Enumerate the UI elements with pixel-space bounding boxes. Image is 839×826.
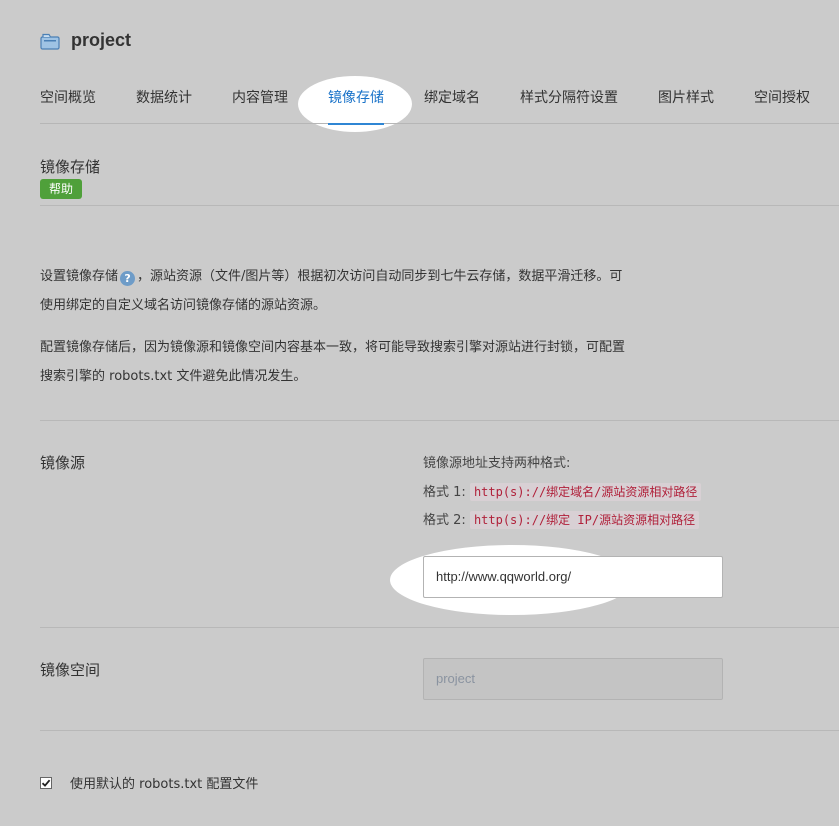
mirror-source-input[interactable]: http://www.qqworld.org/ — [423, 556, 723, 598]
section-divider — [40, 205, 839, 206]
mirror-source-hint: 镜像源地址支持两种格式: — [423, 456, 571, 471]
format-1-label: 格式 1: — [423, 485, 466, 500]
description-text: 使用绑定的自定义域名访问镜像存储的源站资源。 — [40, 298, 327, 313]
robots-checkbox[interactable] — [40, 776, 52, 789]
row-divider — [40, 420, 839, 421]
tab-mirror-storage[interactable]: 镜像存储 — [328, 88, 384, 125]
tab-image-styles[interactable]: 图片样式 — [658, 88, 714, 124]
bucket-header: project — [40, 30, 131, 51]
page-title: project — [71, 30, 132, 50]
format-1-code: http(s)://绑定域名/源站资源相对路径 — [469, 483, 702, 501]
format-2-hint: 格式 2: http(s)://绑定 IP/源站资源相对路径 — [423, 510, 700, 531]
row-divider — [40, 730, 839, 731]
section-title: 镜像存储 — [40, 158, 101, 176]
bucket-tabs: 空间概览 数据统计 内容管理 镜像存储 绑定域名 样式分隔符设置 图片样式 空间… — [40, 88, 839, 125]
robots-checkbox-label: 使用默认的 robots.txt 配置文件 — [70, 777, 259, 792]
mirror-bucket-label: 镜像空间 — [40, 661, 101, 679]
tab-style-separator[interactable]: 样式分隔符设置 — [520, 88, 618, 124]
description-text: ，源站资源（文件/图片等）根据初次访问自动同步到七牛云存储，数据平滑迁移。可 — [137, 269, 623, 284]
tab-authorization[interactable]: 空间授权 — [754, 88, 810, 124]
description-paragraph-2: 配置镜像存储后，因为镜像源和镜像空间内容基本一致，将可能导致搜索引擎对源站进行封… — [40, 333, 680, 391]
format-2-label: 格式 2: — [423, 513, 466, 528]
bucket-folder-icon — [40, 33, 60, 50]
row-divider — [40, 627, 839, 628]
tab-overview[interactable]: 空间概览 — [40, 88, 96, 124]
format-2-code: http(s)://绑定 IP/源站资源相对路径 — [469, 511, 700, 529]
tab-domains[interactable]: 绑定域名 — [424, 88, 480, 124]
tab-content[interactable]: 内容管理 — [232, 88, 288, 124]
format-1-hint: 格式 1: http(s)://绑定域名/源站资源相对路径 — [423, 482, 702, 503]
description-text: 设置镜像存储 — [40, 269, 119, 284]
description-text: 配置镜像存储后，因为镜像源和镜像空间内容基本一致，将可能导致搜索引擎对源站进行封… — [40, 340, 626, 355]
checkmark-icon — [41, 779, 51, 787]
robots-checkbox-row[interactable]: 使用默认的 robots.txt 配置文件 — [40, 773, 258, 792]
mirror-source-label: 镜像源 — [40, 454, 86, 472]
help-circle-icon[interactable]: ? — [120, 271, 136, 286]
help-button[interactable]: 帮助 — [40, 179, 83, 199]
description-paragraph-1: 设置镜像存储? ，源站资源（文件/图片等）根据初次访问自动同步到七牛云存储，数据平… — [40, 262, 680, 320]
description-text: 搜索引擎的 robots.txt 文件避免此情况发生。 — [40, 369, 307, 384]
mirror-bucket-input: project — [423, 658, 723, 700]
tab-statistics[interactable]: 数据统计 — [136, 88, 192, 124]
